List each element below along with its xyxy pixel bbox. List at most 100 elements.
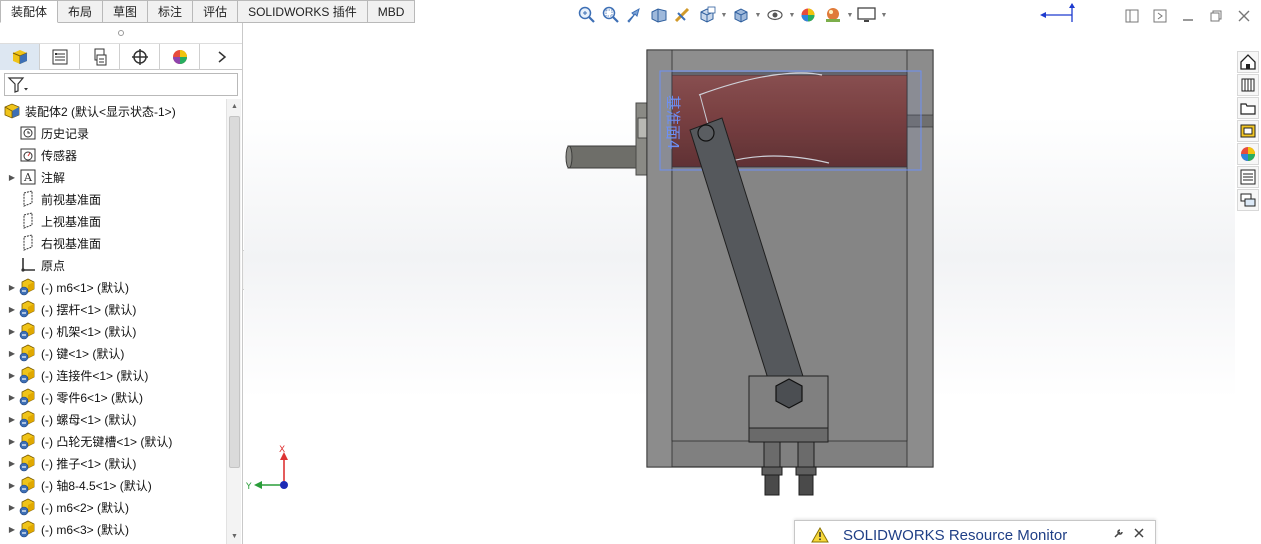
tree-item-label: (-) m6<3> (默认): [41, 522, 130, 537]
tree-item[interactable]: 上视基准面: [0, 210, 226, 232]
scroll-thumb[interactable]: [229, 116, 240, 468]
plane-icon: [18, 233, 38, 253]
triad-x-label: X: [279, 445, 285, 455]
graphics-area[interactable]: 基准面4 X Y: [244, 23, 1235, 544]
part-icon: [18, 343, 38, 363]
design-library-icon[interactable]: [1237, 74, 1259, 96]
tree-item[interactable]: ▶ (-) 凸轮无键槽<1> (默认): [0, 430, 226, 452]
close-icon[interactable]: [1133, 527, 1145, 539]
part-icon: [18, 409, 38, 429]
tree-item[interactable]: ▶ (-) 推子<1> (默认): [0, 452, 226, 474]
tree-item[interactable]: 前视基准面: [0, 188, 226, 210]
shaft-flange: [635, 102, 649, 176]
tree-item[interactable]: ▶ (-) m6<3> (默认): [0, 518, 226, 540]
part-icon: [18, 365, 38, 385]
expand-arrow-icon[interactable]: ▶: [6, 525, 18, 534]
tree-item-label: (-) 螺母<1> (默认): [41, 412, 137, 427]
part-icon: [18, 475, 38, 495]
tree-item[interactable]: ▶ (-) 机架<1> (默认): [0, 320, 226, 342]
task-pane-tabs: [1237, 51, 1261, 211]
annotation-icon: A: [18, 167, 38, 187]
resource-monitor-notification[interactable]: SOLIDWORKS Resource Monitor: [794, 520, 1156, 544]
expand-arrow-icon[interactable]: ▶: [6, 305, 18, 314]
expand-arrow-icon[interactable]: ▶: [6, 481, 18, 490]
tree-item[interactable]: ▶ (-) 螺母<1> (默认): [0, 408, 226, 430]
expand-arrow-icon[interactable]: ▶: [6, 371, 18, 380]
tree-item[interactable]: ▶ (-) m6<2> (默认): [0, 496, 226, 518]
expand-arrow-icon[interactable]: ▶: [6, 503, 18, 512]
expand-arrow-icon[interactable]: ▶: [6, 393, 18, 402]
tree-item-label: (-) 推子<1> (默认): [41, 456, 137, 471]
tree-item-label: (-) 轴8-4.5<1> (默认): [41, 478, 152, 493]
warning-icon: [811, 527, 829, 543]
expand-arrow-icon[interactable]: ▶: [6, 459, 18, 468]
tree-item-label: (-) 连接件<1> (默认): [41, 368, 149, 383]
filter-icon: [7, 76, 28, 93]
close-icon[interactable]: [1235, 7, 1253, 25]
tree-item[interactable]: ▶ (-) 摆杆<1> (默认): [0, 298, 226, 320]
configuration-manager-tab[interactable]: [80, 44, 120, 70]
part-icon: [18, 299, 38, 319]
appearances-icon[interactable]: [1237, 143, 1259, 165]
tree-item-label: (-) m6<1> (默认): [41, 280, 130, 295]
view-palette-icon[interactable]: [1237, 120, 1259, 142]
expand-arrow-icon[interactable]: ▶: [6, 173, 18, 182]
tab-solidworks-addins[interactable]: SOLIDWORKS 插件: [238, 0, 368, 23]
part-icon: [18, 277, 38, 297]
expand-arrow-icon[interactable]: ▶: [6, 349, 18, 358]
scroll-down-icon[interactable]: ▼: [227, 529, 242, 544]
tab-layout[interactable]: 布局: [58, 0, 104, 23]
tree-scrollbar[interactable]: ▲ ▼: [226, 99, 241, 544]
file-explorer-icon[interactable]: [1237, 97, 1259, 119]
assembly-model[interactable]: 基准面4 X Y: [244, 23, 1235, 544]
tree-item[interactable]: ▶ (-) 连接件<1> (默认): [0, 364, 226, 386]
property-manager-tab[interactable]: [40, 44, 80, 70]
scroll-up-icon[interactable]: ▲: [227, 99, 242, 114]
panel-grip[interactable]: [0, 23, 242, 44]
part-icon: [18, 453, 38, 473]
tree-item-label: (-) 键<1> (默认): [41, 346, 125, 361]
tree-item-label: 前视基准面: [41, 192, 102, 207]
tree-item[interactable]: ▶ (-) 键<1> (默认): [0, 342, 226, 364]
tree-item-label: (-) 零件6<1> (默认): [41, 390, 144, 405]
tree-root-assembly[interactable]: 装配体2 (默认<显示状态-1>): [0, 100, 226, 122]
svg-text:A: A: [23, 171, 33, 184]
tree-item[interactable]: 传感器: [0, 144, 226, 166]
expand-arrow-icon[interactable]: ▶: [6, 327, 18, 336]
solidworks-resources-icon[interactable]: [1237, 51, 1259, 73]
tree-item[interactable]: 右视基准面: [0, 232, 226, 254]
tab-evaluate[interactable]: 评估: [193, 0, 239, 23]
part-icon: [18, 387, 38, 407]
settings-wrench-icon[interactable]: [1113, 527, 1125, 539]
input-shaft: [567, 145, 641, 169]
tree-filter[interactable]: [4, 73, 238, 96]
expand-arrow-icon[interactable]: ▶: [6, 283, 18, 292]
tab-markup[interactable]: 标注: [148, 0, 194, 23]
forum-icon[interactable]: [1237, 189, 1259, 211]
tree-item-label: (-) 凸轮无键槽<1> (默认): [41, 434, 173, 449]
assembly-icon: [2, 101, 22, 121]
tree-item[interactable]: ▶ (-) m6<1> (默认): [0, 276, 226, 298]
tab-mbd[interactable]: MBD: [367, 0, 416, 23]
display-manager-tab[interactable]: [160, 44, 200, 70]
custom-properties-icon[interactable]: [1237, 166, 1259, 188]
tree-item-label: (-) 摆杆<1> (默认): [41, 302, 137, 317]
tree-item[interactable]: ▶ A 注解: [0, 166, 226, 188]
part-icon: [18, 519, 38, 539]
tree-item[interactable]: 原点: [0, 254, 226, 276]
tree-item[interactable]: ▶ (-) 零件6<1> (默认): [0, 386, 226, 408]
tree-item[interactable]: ▶ (-) 轴8-4.5<1> (默认): [0, 474, 226, 496]
feature-manager-tab[interactable]: [0, 44, 40, 70]
tree-item[interactable]: 历史记录: [0, 122, 226, 144]
plane-icon: [18, 189, 38, 209]
dimxpert-manager-tab[interactable]: [120, 44, 160, 70]
tab-assembly[interactable]: 装配体: [0, 0, 59, 23]
chevron-right-icon[interactable]: [202, 44, 242, 70]
feature-manager-panel: 装配体2 (默认<显示状态-1>) 历史记录传感器 ▶ A 注解前视基准面上视基准面 右视…: [0, 23, 243, 544]
expand-arrow-icon[interactable]: ▶: [6, 437, 18, 446]
tree-item-label: 传感器: [41, 148, 78, 163]
tree-item-label: 注解: [41, 170, 66, 185]
orientation-indicator-icon: [1040, 3, 1075, 22]
tab-sketch[interactable]: 草图: [103, 0, 149, 23]
expand-arrow-icon[interactable]: ▶: [6, 415, 18, 424]
